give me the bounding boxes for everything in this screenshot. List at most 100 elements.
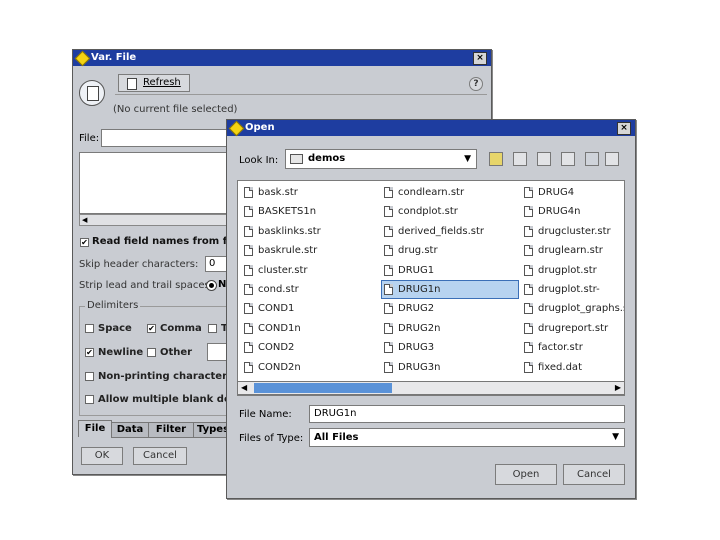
file-list-item[interactable]: baskrule.str — [242, 242, 378, 259]
file-icon — [524, 361, 533, 373]
refresh-button[interactable]: Refresh — [118, 74, 190, 92]
non-printing-label: Non-printing characters — [98, 371, 233, 382]
tab-file-label: File — [84, 423, 106, 434]
open-title: Open — [245, 122, 275, 133]
file-list-item[interactable]: DRUG1 — [382, 262, 518, 279]
scroll-right-arrow-icon[interactable]: ▶ — [615, 383, 621, 392]
tab-checkbox[interactable] — [208, 324, 217, 333]
desktop-icon[interactable] — [513, 152, 527, 166]
list-view-icon[interactable] — [585, 152, 599, 166]
file-list-item[interactable]: COND2n — [242, 359, 378, 376]
file-list-item[interactable]: drug.str — [382, 242, 518, 259]
help-button[interactable]: ? — [469, 77, 483, 91]
up-folder-icon[interactable] — [489, 152, 503, 166]
var-file-title: Var. File — [91, 52, 137, 63]
preview-scrollbar[interactable]: ◀ — [79, 214, 231, 226]
scroll-thumb[interactable] — [254, 383, 392, 393]
file-list-item[interactable]: condplot.str — [382, 203, 518, 220]
files-of-type-select[interactable]: All Files ▼ — [309, 428, 625, 447]
newline-checkbox[interactable]: ✔ — [85, 348, 94, 357]
file-list-item[interactable]: derived_fields.str — [382, 223, 518, 240]
var-cancel-button[interactable]: Cancel — [133, 447, 187, 465]
file-name-text: cond.str — [258, 284, 299, 295]
file-name-input[interactable]: DRUG1n — [309, 405, 625, 423]
tab-data[interactable]: Data — [111, 422, 149, 438]
file-list-item[interactable]: DRUG4 — [522, 184, 624, 201]
app-diamond-icon — [74, 50, 91, 67]
file-icon — [244, 264, 253, 276]
file-list-item[interactable]: DRUG3 — [382, 339, 518, 356]
file-list-item[interactable]: DRUG1n — [381, 280, 519, 299]
file-list-item[interactable]: drugplot.str- — [522, 281, 624, 298]
folder-icon — [290, 154, 303, 164]
home-icon[interactable] — [537, 152, 551, 166]
file-list-item[interactable]: COND1n — [242, 320, 378, 337]
comma-checkbox[interactable]: ✔ — [147, 324, 156, 333]
new-folder-icon[interactable] — [561, 152, 575, 166]
file-list-item[interactable]: DRUG2 — [382, 300, 518, 317]
tab-filter-label: Filter — [155, 424, 187, 435]
look-in-select[interactable]: demos ▼ — [285, 149, 477, 169]
file-list-item[interactable]: DRUG2n — [382, 320, 518, 337]
var-file-close-button[interactable]: × — [473, 52, 487, 65]
details-view-icon[interactable] — [605, 152, 619, 166]
tab-data-label: Data — [116, 424, 144, 435]
file-name-text: baskrule.str — [258, 245, 318, 257]
file-name-text: drugplot_graphs.s — [538, 303, 625, 315]
file-list-item[interactable]: DRUG3n — [382, 359, 518, 376]
file-name-text: COND2 — [258, 342, 295, 354]
scroll-left-icon[interactable]: ◀ — [82, 216, 87, 224]
file-icon — [244, 303, 253, 315]
file-list-item[interactable]: cond.str — [242, 281, 378, 298]
file-list-item[interactable]: drugplot_graphs.s — [522, 300, 625, 317]
skip-header-value: 0 — [209, 258, 216, 269]
other-checkbox[interactable] — [147, 348, 156, 357]
file-name-text: DRUG3 — [398, 342, 435, 354]
file-name-text: BASKETS1n — [258, 206, 317, 218]
file-list-item[interactable]: cluster.str — [242, 262, 378, 279]
file-name-text: DRUG2 — [398, 303, 435, 315]
non-printing-checkbox[interactable] — [85, 372, 94, 381]
other-label: Other — [160, 347, 193, 358]
file-name-text: drugplot.str- — [538, 284, 600, 295]
type-chevron-down-icon[interactable]: ▼ — [612, 429, 619, 446]
chevron-down-icon[interactable]: ▼ — [464, 150, 471, 168]
open-button[interactable]: Open — [495, 464, 557, 485]
allow-multiple-checkbox[interactable] — [85, 395, 94, 404]
no-file-label: (No current file selected) — [113, 104, 238, 115]
file-name-text: drugreport.str — [538, 322, 609, 334]
open-cancel-button[interactable]: Cancel — [563, 464, 625, 485]
file-list-item[interactable]: drugplot.str — [522, 262, 624, 279]
file-list-item[interactable]: basklinks.str — [242, 223, 378, 240]
file-list-item[interactable]: COND2 — [242, 339, 378, 356]
look-in-label: Look In: — [239, 155, 279, 166]
file-list-item[interactable]: bask.str — [242, 184, 378, 201]
file-icon — [384, 206, 393, 218]
file-name-text: DRUG4n — [538, 206, 581, 218]
file-list-item[interactable]: condlearn.str — [382, 184, 518, 201]
file-list-item[interactable]: fixed.dat — [522, 359, 624, 376]
file-list-scrollbar[interactable]: ◀ ▶ — [237, 381, 625, 395]
file-icon — [384, 284, 393, 295]
file-list-item[interactable]: factor.str — [522, 339, 624, 356]
space-checkbox[interactable] — [85, 324, 94, 333]
file-list-item[interactable]: COND1 — [242, 300, 378, 317]
file-list[interactable]: bask.str BASKETS1n basklinks.str baskrule.s… — [237, 180, 625, 396]
file-list-item[interactable]: drugreport.str — [522, 320, 624, 337]
file-name-text: derived_fields.str — [398, 225, 485, 237]
tab-file[interactable]: File — [78, 420, 112, 437]
file-list-item[interactable]: DRUG4n — [522, 203, 624, 220]
file-list-item[interactable]: BASKETS1n — [242, 203, 378, 220]
file-icon — [244, 342, 253, 354]
file-list-item[interactable]: druglearn.str — [522, 242, 624, 259]
file-list-item[interactable]: drugcluster.str — [522, 223, 624, 240]
file-icon — [524, 284, 533, 295]
scroll-left-arrow-icon[interactable]: ◀ — [241, 383, 247, 392]
file-input[interactable] — [101, 129, 231, 147]
open-close-button[interactable]: × — [617, 122, 631, 135]
open-button-label: Open — [512, 469, 540, 480]
ok-button[interactable]: OK — [81, 447, 123, 465]
strip-radio[interactable] — [206, 280, 217, 291]
tab-filter[interactable]: Filter — [148, 422, 194, 438]
read-field-names-checkbox[interactable]: ✔ — [80, 238, 89, 247]
